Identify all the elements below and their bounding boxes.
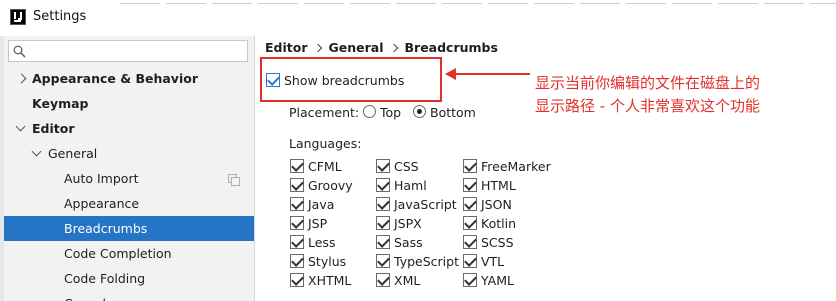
window-edge <box>0 36 4 301</box>
language-checkbox-less[interactable] <box>290 235 304 249</box>
sidebar-item-code-completion[interactable]: Code Completion <box>4 241 254 266</box>
language-checkbox-typescript[interactable] <box>376 254 390 268</box>
breadcrumb-item: Breadcrumbs <box>404 40 498 55</box>
language-checkbox-jsp[interactable] <box>290 216 304 230</box>
title-bar: Settings <box>0 0 836 36</box>
placement-top-label: Top <box>380 105 402 120</box>
intellij-logo-icon <box>10 9 26 25</box>
language-label: Less <box>308 235 336 250</box>
language-checkbox-jspx[interactable] <box>376 216 390 230</box>
language-checkbox-haml[interactable] <box>376 178 390 192</box>
language-label: HTML <box>481 178 516 193</box>
sidebar-item-keymap[interactable]: Keymap <box>4 91 254 116</box>
sidebar-item-label: Console <box>64 291 114 301</box>
sidebar-item-code-folding[interactable]: Code Folding <box>4 266 254 291</box>
annotation-arrow-head <box>445 68 456 80</box>
language-label: JSPX <box>394 216 422 231</box>
sidebar-item-label: Appearance & Behavior <box>32 71 198 86</box>
chevron-down-icon <box>31 146 42 157</box>
breadcrumb-item: General <box>328 40 384 55</box>
placement-bottom-label: Bottom <box>430 105 476 120</box>
breadcrumb-item: Editor <box>265 40 308 55</box>
language-checkbox-html[interactable] <box>463 178 477 192</box>
sidebar-item-label: Code Completion <box>64 246 172 261</box>
language-checkbox-stylus[interactable] <box>290 254 304 268</box>
sidebar-item-label: Editor <box>32 121 75 136</box>
language-checkbox-cfml[interactable] <box>290 159 304 173</box>
language-label: XML <box>394 273 421 288</box>
annotation-line: 显示当前你编辑的文件在磁盘上的 <box>535 74 761 92</box>
language-label: JSP <box>308 216 328 231</box>
language-label: JSON <box>481 197 512 212</box>
sidebar-item-editor[interactable]: Editor <box>4 116 254 141</box>
language-checkbox-vtl[interactable] <box>463 254 477 268</box>
sidebar-item-general[interactable]: General <box>4 141 254 166</box>
settings-sidebar: Appearance & Behavior Keymap Editor Gene… <box>0 36 255 301</box>
placement-label: Placement: <box>289 105 360 120</box>
language-checkbox-freemarker[interactable] <box>463 159 477 173</box>
language-checkbox-groovy[interactable] <box>290 178 304 192</box>
language-label: YAML <box>481 273 514 288</box>
language-label: SCSS <box>481 235 514 250</box>
language-label: Stylus <box>308 254 347 269</box>
show-breadcrumbs-label: Show breadcrumbs <box>284 73 405 88</box>
language-label: VTL <box>481 254 505 269</box>
language-label: CFML <box>308 159 342 174</box>
sidebar-item-label: Code Folding <box>64 271 146 286</box>
language-label: Haml <box>394 178 427 193</box>
language-label: FreeMarker <box>481 159 551 174</box>
sidebar-item-appearance-behavior[interactable]: Appearance & Behavior <box>4 66 254 91</box>
window-title: Settings <box>33 9 87 24</box>
chevron-down-icon <box>15 121 26 132</box>
breadcrumb: Editor General Breadcrumbs <box>265 40 498 55</box>
show-breadcrumbs-checkbox[interactable] <box>266 73 280 87</box>
sidebar-item-auto-import[interactable]: Auto Import <box>4 166 254 191</box>
language-label: Kotlin <box>481 216 516 231</box>
language-checkbox-json[interactable] <box>463 197 477 211</box>
sidebar-item-label: Auto Import <box>64 171 139 186</box>
project-scope-icon <box>228 174 240 186</box>
placement-top-radio[interactable] <box>363 105 376 118</box>
language-checkbox-java[interactable] <box>290 197 304 211</box>
sidebar-item-label: Keymap <box>32 96 89 111</box>
language-checkbox-css[interactable] <box>376 159 390 173</box>
language-label: XHTML <box>308 273 352 288</box>
language-label: TypeScript <box>394 254 459 269</box>
language-label: Sass <box>394 235 423 250</box>
placement-bottom-radio[interactable] <box>413 105 426 118</box>
language-label: JavaScript <box>394 197 457 212</box>
sidebar-item-console[interactable]: Console <box>4 291 254 301</box>
sidebar-item-breadcrumbs[interactable]: Breadcrumbs <box>4 216 254 241</box>
language-label: Groovy <box>308 178 353 193</box>
sidebar-item-label: Breadcrumbs <box>64 221 148 236</box>
search-icon <box>13 45 26 58</box>
chevron-right-icon <box>313 43 322 53</box>
language-checkbox-javascript[interactable] <box>376 197 390 211</box>
sidebar-item-label: Appearance <box>64 196 140 211</box>
annotation-text: 显示当前你编辑的文件在磁盘上的 显示路径 - 个人非常喜欢这个功能 <box>535 72 760 118</box>
language-checkbox-xhtml[interactable] <box>290 273 304 287</box>
language-checkbox-kotlin[interactable] <box>463 216 477 230</box>
languages-label: Languages: <box>289 136 362 151</box>
title-bar-overlap <box>120 0 836 6</box>
language-checkbox-xml[interactable] <box>376 273 390 287</box>
language-label: Java <box>308 197 335 212</box>
annotation-line: 显示路径 - 个人非常喜欢这个功能 <box>535 97 760 115</box>
chevron-right-icon <box>16 73 27 84</box>
language-label: CSS <box>394 159 419 174</box>
annotation-arrow <box>452 73 530 75</box>
settings-search-input[interactable] <box>8 40 248 62</box>
language-checkbox-scss[interactable] <box>463 235 477 249</box>
sidebar-item-appearance[interactable]: Appearance <box>4 191 254 216</box>
language-checkbox-sass[interactable] <box>376 235 390 249</box>
chevron-right-icon <box>389 43 398 53</box>
sidebar-item-label: General <box>48 146 98 161</box>
language-checkbox-yaml[interactable] <box>463 273 477 287</box>
